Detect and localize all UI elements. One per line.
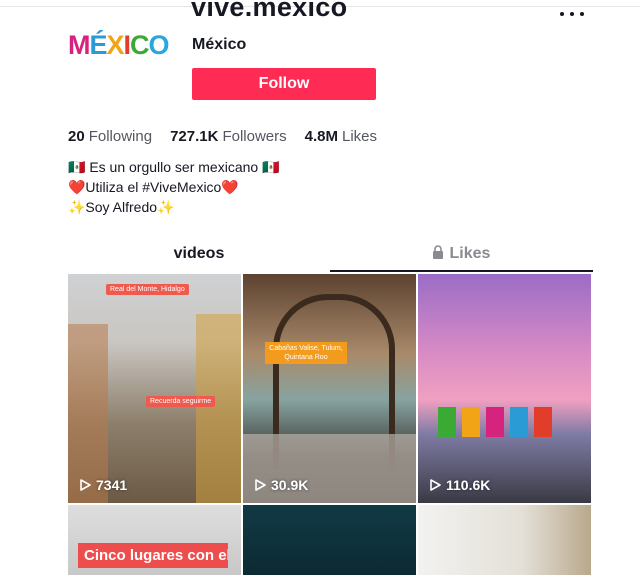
view-count: 30.9K	[255, 477, 308, 493]
avatar-letter: M	[68, 30, 90, 60]
avatar-letter: O	[148, 30, 170, 60]
more-dot	[560, 12, 564, 16]
lock-icon	[432, 245, 443, 259]
profile-username: vive.mexico	[191, 0, 348, 22]
more-icon[interactable]	[560, 8, 584, 20]
stat-followers[interactable]: 727.1K Followers	[170, 128, 287, 145]
video-tag: Recuerda seguirme	[146, 396, 216, 407]
tab-videos[interactable]: videos	[68, 238, 330, 270]
view-count-value: 110.6K	[446, 477, 491, 493]
profile-bio: 🇲🇽 Es un orgullo ser mexicano 🇲🇽 ❤️Utili…	[68, 157, 280, 217]
stat-value: 727.1K	[170, 128, 219, 145]
avatar-letter: É	[89, 30, 108, 60]
profile-nickname: México	[192, 36, 247, 53]
more-dot	[570, 12, 574, 16]
view-count-value: 7341	[96, 477, 128, 493]
video-tag: Cabañas Valise, Tulum, Quintana Roo	[265, 342, 347, 364]
avatar-letter: X	[106, 30, 125, 60]
video-thumbnail[interactable]	[418, 505, 591, 575]
tab-likes[interactable]: Likes	[330, 238, 592, 270]
stat-label: Following	[88, 128, 153, 145]
video-tag: Real del Monte, Hidalgo	[106, 284, 189, 295]
profile-stats: 20 Following 727.1K Followers 4.8M Likes	[68, 128, 395, 145]
stat-following[interactable]: 20 Following	[68, 128, 152, 145]
video-caption: Cinco lugares con el clima más bonito de	[78, 543, 228, 568]
bio-line: ✨Soy Alfredo✨	[68, 199, 175, 215]
avatar-letter: C	[130, 30, 149, 60]
play-icon	[430, 479, 441, 491]
follow-button[interactable]: Follow	[192, 68, 376, 100]
stat-likes: 4.8M Likes	[305, 128, 377, 145]
video-thumbnail[interactable]: 110.6K	[418, 274, 591, 503]
stat-value: 20	[68, 128, 85, 145]
stat-label: Likes	[341, 128, 378, 145]
more-dot	[580, 12, 584, 16]
view-count: 110.6K	[430, 477, 490, 493]
stat-label: Followers	[222, 128, 287, 145]
video-thumbnail[interactable]: Cinco lugares con el clima más bonito de	[68, 505, 241, 575]
video-thumbnail[interactable]: Real del Monte, Hidalgo Recuerda seguirm…	[68, 274, 241, 503]
thumbnail-scenery	[196, 314, 241, 503]
avatar[interactable]: MÉXICO	[68, 29, 174, 61]
tab-underline	[330, 270, 593, 272]
stat-value: 4.8M	[304, 128, 338, 145]
view-count: 7341	[80, 477, 127, 493]
video-thumbnail[interactable]	[243, 505, 416, 575]
tab-likes-label: Likes	[449, 245, 491, 262]
play-icon	[255, 479, 266, 491]
bio-line: 🇲🇽 Es un orgullo ser mexicano 🇲🇽	[68, 159, 280, 175]
video-grid: Real del Monte, Hidalgo Recuerda seguirm…	[68, 274, 593, 575]
view-count-value: 30.9K	[271, 477, 309, 493]
thumbnail-scenery	[438, 407, 578, 437]
profile-tabs: videos Likes	[68, 238, 593, 272]
play-icon	[80, 479, 91, 491]
bio-line: ❤️Utiliza el #ViveMexico❤️	[68, 179, 239, 195]
video-thumbnail[interactable]: Cabañas Valise, Tulum, Quintana Roo 30.9…	[243, 274, 416, 503]
